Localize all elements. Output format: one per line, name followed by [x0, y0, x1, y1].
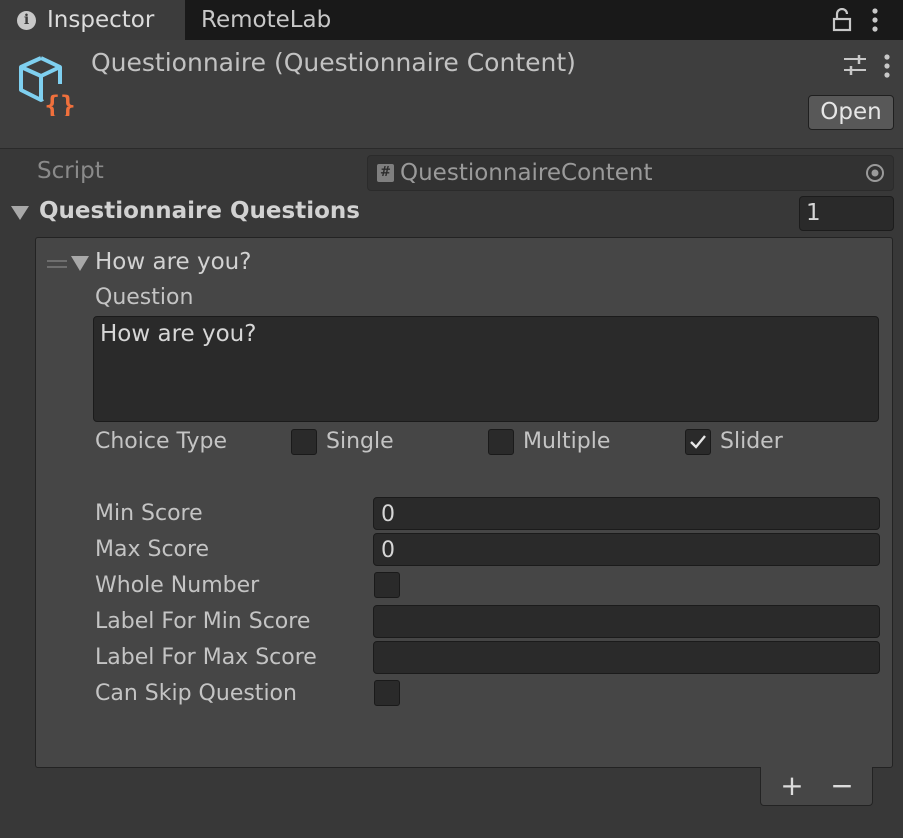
- question-textarea[interactable]: How are you?: [93, 316, 879, 422]
- checkmark-icon: [690, 435, 706, 449]
- can-skip-label: Can Skip Question: [95, 681, 297, 706]
- label-min-score-input[interactable]: [373, 605, 880, 638]
- label-max-score-input[interactable]: [373, 641, 880, 674]
- question-label: Question: [95, 285, 194, 310]
- multiple-label: Multiple: [523, 429, 611, 454]
- script-object-field[interactable]: # QuestionnaireContent: [367, 155, 894, 191]
- object-picker-icon[interactable]: [865, 163, 885, 183]
- component-menu-icon[interactable]: [880, 53, 894, 79]
- tab-remotelab[interactable]: RemoteLab: [201, 0, 331, 40]
- min-score-input[interactable]: 0: [373, 497, 880, 530]
- min-score-label: Min Score: [95, 501, 203, 526]
- component-title: Questionnaire (Questionnaire Content): [91, 48, 576, 77]
- single-label: Single: [326, 429, 394, 454]
- script-label: Script: [37, 158, 104, 184]
- drag-handle-icon[interactable]: [47, 259, 67, 269]
- whole-number-label: Whole Number: [95, 573, 260, 598]
- tab-inspector[interactable]: i Inspector: [0, 0, 185, 40]
- slider-label: Slider: [720, 429, 783, 454]
- more-options-icon[interactable]: [868, 7, 882, 33]
- component-header: {} Questionnaire (Questionnaire Content)…: [0, 40, 903, 149]
- question-value: How are you?: [100, 321, 257, 347]
- max-score-value: 0: [381, 538, 395, 563]
- max-score-input[interactable]: 0: [373, 533, 880, 566]
- label-max-score-label: Label For Max Score: [95, 645, 317, 670]
- can-skip-checkbox[interactable]: [374, 680, 400, 706]
- list-footer: [760, 767, 873, 806]
- element-title[interactable]: How are you?: [95, 249, 251, 275]
- list-title[interactable]: Questionnaire Questions: [39, 198, 360, 224]
- choice-type-label: Choice Type: [95, 429, 228, 454]
- script-asset-icon: {}: [19, 56, 76, 116]
- single-checkbox[interactable]: [291, 429, 317, 455]
- label-min-score-label: Label For Min Score: [95, 609, 311, 634]
- whole-number-checkbox[interactable]: [374, 572, 400, 598]
- presets-sliders-icon[interactable]: [842, 53, 868, 77]
- list-size-value: 1: [806, 200, 821, 226]
- foldout-arrow-icon[interactable]: [10, 205, 30, 221]
- script-value: QuestionnaireContent: [400, 160, 653, 186]
- element-foldout-icon[interactable]: [71, 256, 89, 271]
- slider-checkbox[interactable]: [685, 429, 711, 455]
- max-score-label: Max Score: [95, 537, 210, 562]
- open-button[interactable]: Open: [808, 95, 894, 130]
- min-score-value: 0: [381, 502, 395, 527]
- script-file-icon: #: [377, 164, 394, 182]
- list-size-field[interactable]: 1: [799, 196, 894, 231]
- lock-icon[interactable]: [831, 8, 853, 32]
- remove-element-button[interactable]: −: [828, 771, 856, 801]
- multiple-checkbox[interactable]: [488, 429, 514, 455]
- info-icon: i: [17, 11, 36, 30]
- add-element-button[interactable]: +: [778, 771, 806, 801]
- tab-label: Inspector: [47, 7, 155, 33]
- svg-text:{}: {}: [44, 91, 75, 116]
